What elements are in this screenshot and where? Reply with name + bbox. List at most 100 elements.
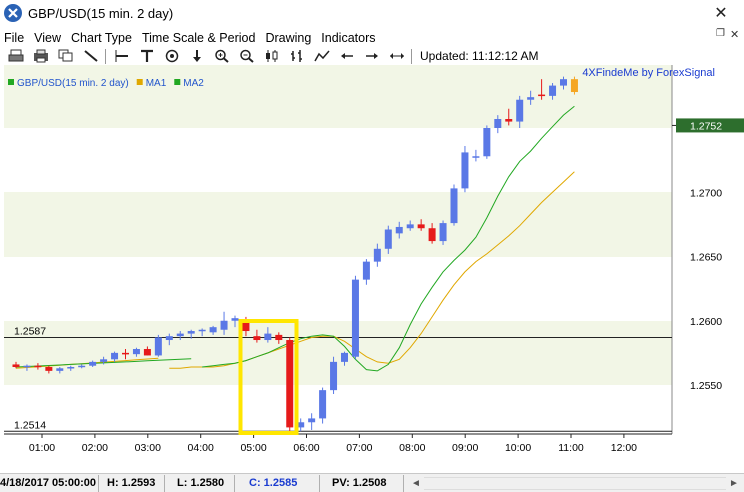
candle-body: [319, 390, 327, 419]
candle-body: [209, 327, 217, 333]
status-scroll-cell: ◄ ►: [404, 475, 744, 492]
menu-indicators[interactable]: Indicators: [317, 31, 381, 45]
candle-body: [111, 352, 119, 360]
app-logo-icon: [4, 4, 22, 22]
mdi-close-button[interactable]: ✕: [730, 28, 742, 41]
candle-body: [176, 333, 184, 337]
candle-body: [362, 261, 370, 280]
candle-body: [516, 99, 524, 122]
x-tick-label: 12:00: [611, 442, 637, 454]
scroll-right-icon[interactable]: [362, 48, 381, 64]
y-tick-label: 1.2700: [690, 187, 722, 199]
candle-body: [549, 85, 557, 96]
down-arrow-icon[interactable]: [187, 48, 206, 64]
toolbar-separator: [411, 48, 412, 64]
status-high: H: 1.2593: [99, 474, 165, 492]
menu-view[interactable]: View: [30, 31, 67, 45]
candle-body: [428, 228, 436, 242]
menu-chart-type[interactable]: Chart Type: [67, 31, 138, 45]
candle-body: [570, 79, 578, 93]
candle-body: [538, 94, 546, 97]
bar-chart-icon[interactable]: [287, 48, 306, 64]
candle-body: [384, 229, 392, 249]
window-close-button[interactable]: ✕: [698, 0, 744, 26]
price-chart[interactable]: GBP/USD(15 min. 2 day) MA1 MA2 4XFindeMe by…: [0, 65, 744, 471]
x-tick-label: 03:00: [135, 442, 161, 454]
candle-body: [286, 340, 294, 428]
line-chart-icon[interactable]: [312, 48, 331, 64]
current-price-label: 1.2752: [690, 120, 722, 132]
candle-body: [450, 188, 458, 224]
candle-body: [23, 365, 31, 368]
fit-width-icon[interactable]: [387, 48, 406, 64]
circle-target-icon[interactable]: [162, 48, 181, 64]
candle-body: [89, 361, 97, 366]
chart-panel[interactable]: GBP/USD(15 min. 2 day) MA1 MA2 4XFindeMe by…: [0, 65, 744, 471]
y-tick-label: 1.2550: [690, 380, 722, 392]
candle-body: [143, 349, 151, 356]
x-tick-label: 08:00: [399, 442, 425, 454]
legend-label: MA2: [183, 78, 204, 89]
text-tool-icon[interactable]: [137, 48, 156, 64]
window-title: GBP/USD(15 min. 2 day): [28, 5, 174, 21]
zoom-in-icon[interactable]: [212, 48, 231, 64]
mdi-restore-button[interactable]: ❐: [716, 28, 728, 40]
candle-body: [165, 336, 173, 341]
horizontal-scrollbar[interactable]: ◄ ►: [410, 476, 740, 491]
x-tick-label: 05:00: [240, 442, 266, 454]
x-tick-label: 04:00: [188, 442, 214, 454]
candlestick-icon[interactable]: [262, 48, 281, 64]
candle-body: [330, 361, 338, 391]
candle-body: [154, 337, 162, 356]
candle-body: [12, 364, 20, 368]
status-datetime-text: 4/18/2017 05:00:00: [0, 477, 97, 489]
x-tick-label: 10:00: [505, 442, 531, 454]
scrollbar-track[interactable]: [424, 476, 726, 490]
plot-band: [4, 192, 672, 257]
title-bar: GBP/USD(15 min. 2 day) ✕: [0, 0, 744, 26]
x-tick-label: 07:00: [346, 442, 372, 454]
x-tick-label: 11:00: [558, 442, 584, 454]
status-low: L: 1.2580: [165, 474, 235, 492]
copy-window-icon[interactable]: [56, 48, 75, 64]
menu-bar: File View Chart Type Time Scale & Period…: [0, 28, 744, 47]
printer-icon[interactable]: [31, 48, 50, 64]
status-pv-text: PV: 1.2508: [332, 477, 387, 489]
horizontal-line-icon[interactable]: [112, 48, 131, 64]
toolbar: Updated: 11:12:12 AM: [0, 47, 744, 65]
candle-body: [56, 368, 64, 371]
candle-body: [351, 279, 359, 357]
trend-line-icon[interactable]: [81, 48, 100, 64]
hline-upper-label: 1.2587: [14, 325, 46, 337]
scroll-left-icon[interactable]: [337, 48, 356, 64]
menu-file[interactable]: File: [0, 31, 30, 45]
x-tick-label: 01:00: [29, 442, 55, 454]
x-tick-label: 09:00: [452, 442, 478, 454]
x-tick-label: 06:00: [293, 442, 319, 454]
hline-lower-label: 1.2514: [14, 419, 46, 431]
candle-body: [231, 318, 239, 321]
status-low-text: L: 1.2580: [177, 477, 225, 489]
candle-body: [45, 367, 53, 371]
candle-body: [527, 97, 535, 100]
candle-body: [395, 226, 403, 234]
candle-body: [461, 152, 469, 189]
zoom-out-icon[interactable]: [237, 48, 256, 64]
status-high-text: H: 1.2593: [107, 477, 156, 489]
y-tick-label: 1.2600: [690, 316, 722, 328]
candle-body: [100, 359, 108, 362]
plot-band: [4, 65, 672, 128]
status-pv: PV: 1.2508: [320, 474, 404, 492]
candle-body: [308, 418, 316, 423]
scroll-right-arrow-icon[interactable]: ►: [728, 478, 740, 489]
menu-time-scale-period[interactable]: Time Scale & Period: [138, 31, 261, 45]
toolbar-separator: [105, 48, 106, 64]
candle-body: [220, 320, 228, 330]
candle-body: [34, 365, 42, 368]
menu-drawing[interactable]: Drawing: [261, 31, 317, 45]
status-bar: 4/18/2017 05:00:00 H: 1.2593 L: 1.2580 C…: [0, 473, 744, 492]
print-icon[interactable]: [6, 48, 25, 64]
candle-body: [122, 352, 129, 355]
status-datetime: 4/18/2017 05:00:00: [0, 474, 99, 492]
scroll-left-arrow-icon[interactable]: ◄: [410, 478, 422, 489]
